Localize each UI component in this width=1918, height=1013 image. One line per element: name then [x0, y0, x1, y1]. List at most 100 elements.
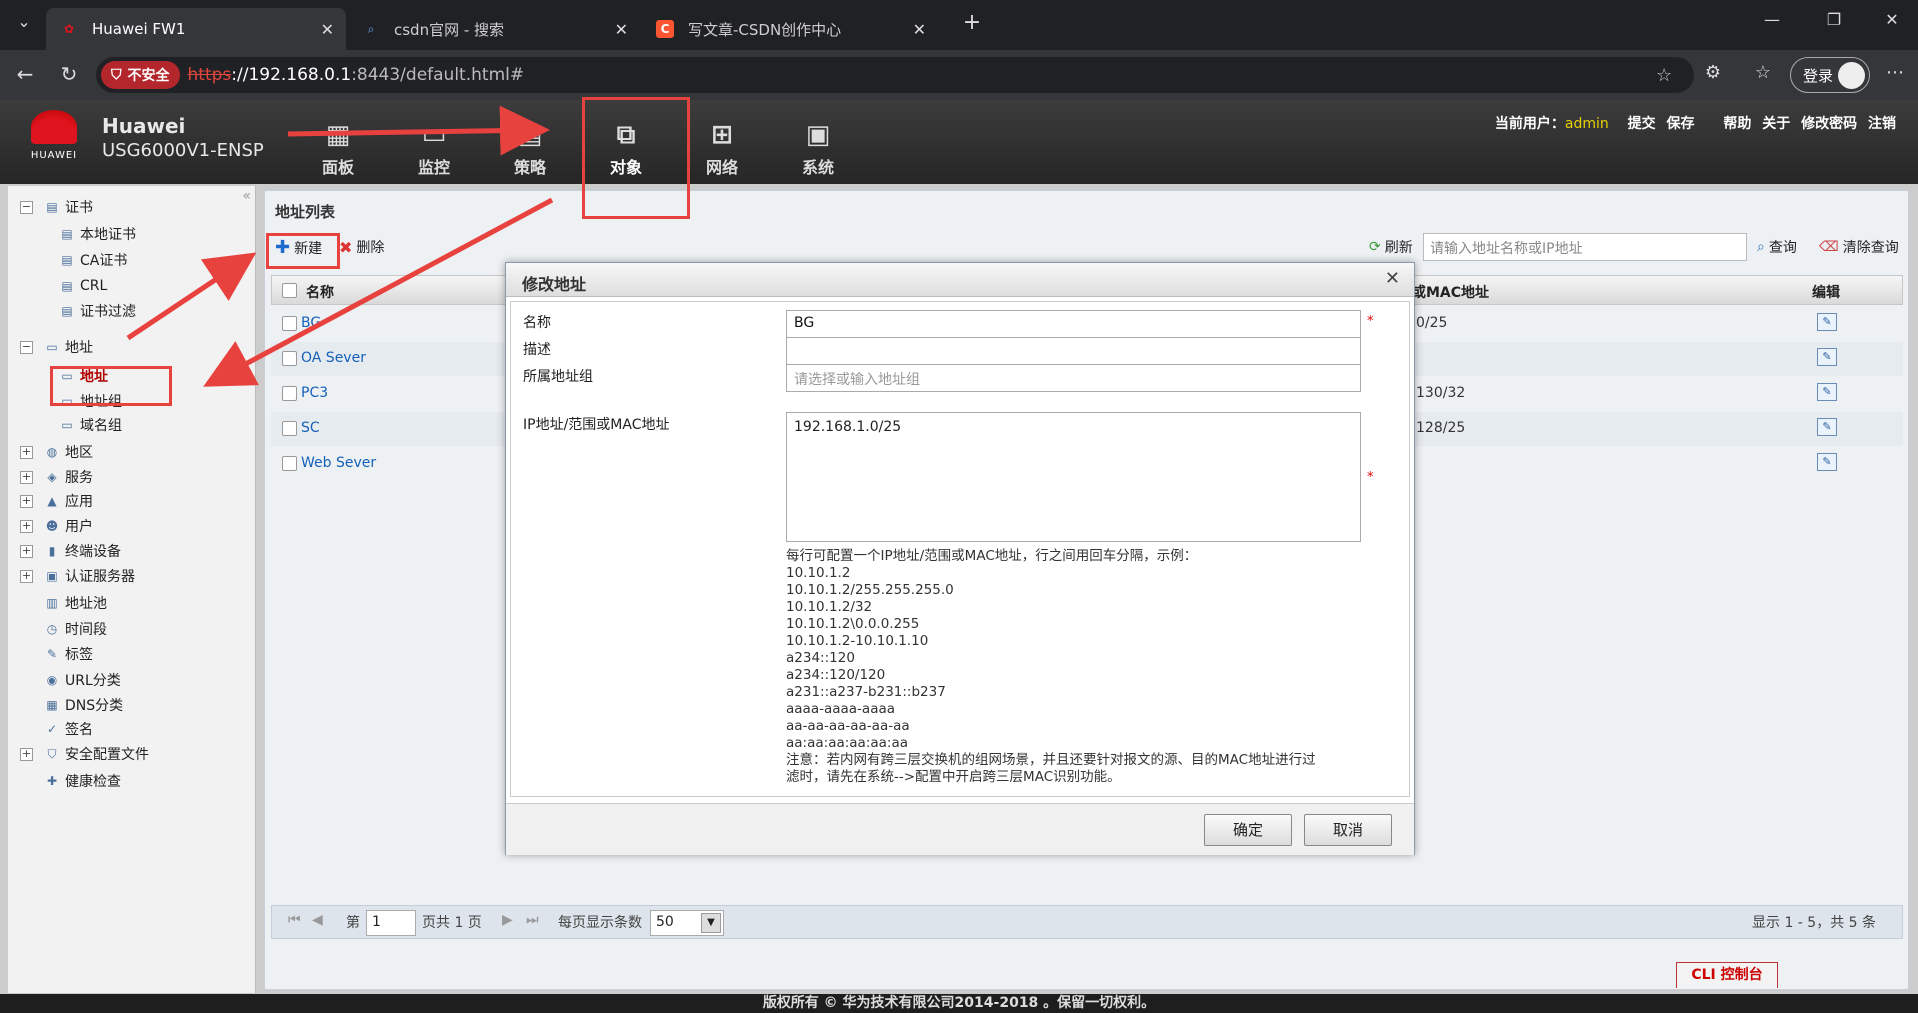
extensions-icon[interactable]: ⚙	[1698, 62, 1728, 83]
close-icon[interactable]: ✕	[913, 20, 926, 39]
tree-item-certificate[interactable]: − ▤ 证书	[20, 195, 93, 219]
tree-item-tag[interactable]: ✎ 标签	[20, 642, 93, 666]
select-all-checkbox[interactable]	[282, 283, 297, 298]
tree-item-terminal[interactable]: + ▮ 终端设备	[20, 539, 121, 563]
tree-item-application[interactable]: + ▲ 应用	[20, 489, 93, 513]
nav-network[interactable]: ⊞ 网络	[686, 106, 758, 180]
tree-item-address[interactable]: − ▭ 地址	[20, 335, 93, 359]
save-link[interactable]: 保存	[1667, 116, 1695, 132]
expand-icon[interactable]: +	[20, 569, 33, 583]
address-name-link[interactable]: SC	[301, 420, 320, 436]
window-close-icon[interactable]: ✕	[1872, 10, 1912, 29]
expand-icon[interactable]: +	[20, 519, 33, 533]
tree-item-time-range[interactable]: ◷ 时间段	[20, 617, 107, 641]
logout-link[interactable]: 注销	[1868, 116, 1896, 132]
expand-icon[interactable]: +	[20, 544, 33, 558]
cancel-button[interactable]: 取消	[1304, 814, 1392, 846]
query-button[interactable]: ⌕ 查询	[1757, 237, 1797, 257]
address-name-link[interactable]: BG	[301, 315, 321, 331]
tree-item-dns-category[interactable]: ▦ DNS分类	[20, 693, 123, 717]
expand-icon[interactable]: +	[20, 494, 33, 508]
new-tab-icon[interactable]: +	[952, 10, 992, 35]
collapse-icon[interactable]: −	[20, 340, 33, 354]
row-checkbox[interactable]	[282, 316, 297, 331]
page-number-input[interactable]: 1	[366, 910, 416, 936]
next-page-icon[interactable]: ▶	[502, 912, 513, 928]
tree-item-health-check[interactable]: ✚ 健康检查	[20, 769, 121, 793]
tab-csdn-search[interactable]: ⌕ csdn官网 - 搜索 ✕	[348, 8, 640, 50]
tree-item-address-group[interactable]: ▭ 地址组	[58, 389, 122, 413]
name-input[interactable]: BG	[786, 310, 1361, 338]
prev-page-icon[interactable]: ◀	[312, 912, 323, 928]
address-group-input[interactable]: 请选择或输入地址组	[786, 364, 1361, 392]
ok-button[interactable]: 确定	[1204, 814, 1292, 846]
search-input[interactable]: 请输入地址名称或IP地址	[1423, 233, 1747, 261]
address-name-link[interactable]: OA Sever	[301, 350, 366, 366]
expand-icon[interactable]: +	[20, 747, 33, 761]
tree-item-local-cert[interactable]: ▤ 本地证书	[58, 222, 136, 246]
row-checkbox[interactable]	[282, 351, 297, 366]
change-password-link[interactable]: 修改密码	[1801, 116, 1857, 132]
expand-icon[interactable]: +	[20, 470, 33, 484]
last-page-icon[interactable]: ⏭	[526, 912, 539, 928]
clear-query-button[interactable]: ⌫ 清除查询	[1819, 237, 1899, 257]
tree-item-service[interactable]: + ◈ 服务	[20, 465, 93, 489]
cli-console-button[interactable]: CLI 控制台	[1676, 962, 1778, 988]
login-button[interactable]: 登录	[1790, 57, 1870, 93]
address-name-link[interactable]: PC3	[301, 385, 328, 401]
tab-csdn-write[interactable]: C 写文章-CSDN创作中心 ✕	[642, 8, 938, 50]
tab-huawei-fw1[interactable]: ✿ Huawei FW1 ✕	[46, 8, 346, 50]
new-button[interactable]: ✚ 新建	[275, 237, 322, 258]
tree-item-domain-group[interactable]: ▭ 域名组	[58, 413, 122, 437]
edit-icon[interactable]: ✎	[1817, 453, 1837, 471]
minimize-icon[interactable]: —	[1752, 10, 1792, 29]
first-page-icon[interactable]: ⏮	[288, 912, 301, 928]
nav-object[interactable]: ⧉ 对象	[590, 106, 662, 180]
collapse-panel-icon[interactable]: «	[242, 188, 251, 204]
tree-item-cert-filter[interactable]: ▤ 证书过滤	[58, 299, 136, 323]
edit-icon[interactable]: ✎	[1817, 313, 1837, 331]
ip-address-textarea[interactable]: 192.168.1.0/25	[786, 412, 1361, 542]
delete-button[interactable]: ✖ 删除	[339, 237, 384, 257]
row-checkbox[interactable]	[282, 456, 297, 471]
edit-icon[interactable]: ✎	[1817, 383, 1837, 401]
per-page-select[interactable]: 50 ▼	[650, 910, 724, 936]
edit-icon[interactable]: ✎	[1817, 348, 1837, 366]
address-name-link[interactable]: Web Sever	[301, 455, 376, 471]
security-badge[interactable]: ⛉ 不安全	[101, 61, 180, 89]
tree-item-signature[interactable]: ✓ 签名	[20, 717, 93, 741]
collapse-icon[interactable]: −	[20, 200, 33, 214]
nav-policy[interactable]: ▤ 策略	[494, 106, 566, 180]
address-bar[interactable]: ⛉ 不安全 https://192.168.0.1:8443/default.h…	[96, 57, 1694, 93]
favorite-star-icon[interactable]: ☆	[1656, 65, 1672, 86]
row-checkbox[interactable]	[282, 421, 297, 436]
nav-dashboard[interactable]: ▦ 面板	[302, 106, 374, 180]
tree-item-security-profile[interactable]: + ⛉ 安全配置文件	[20, 742, 149, 766]
tree-item-url-category[interactable]: ◉ URL分类	[20, 668, 121, 692]
back-arrow-icon[interactable]: ←	[10, 62, 40, 86]
tree-item-auth-server[interactable]: + ▣ 认证服务器	[20, 564, 135, 588]
close-icon[interactable]: ✕	[1385, 268, 1400, 289]
description-input[interactable]	[786, 337, 1361, 365]
nav-system[interactable]: ▣ 系统	[782, 106, 854, 180]
tree-item-user[interactable]: + ☻ 用户	[20, 514, 93, 538]
about-link[interactable]: 关于	[1762, 116, 1790, 132]
reload-icon[interactable]: ↻	[54, 62, 84, 86]
row-checkbox[interactable]	[282, 386, 297, 401]
tree-item-address-pool[interactable]: ▥ 地址池	[20, 591, 107, 615]
restore-icon[interactable]: ❐	[1814, 10, 1854, 29]
tab-list-chevron-icon[interactable]: ⌄	[4, 12, 44, 31]
tree-item-crl[interactable]: ▤ CRL	[58, 274, 107, 298]
refresh-button[interactable]: ⟳ 刷新	[1369, 237, 1413, 257]
nav-monitor[interactable]: ▭ 监控	[398, 106, 470, 180]
help-link[interactable]: 帮助	[1723, 116, 1751, 132]
tree-item-region[interactable]: + ◍ 地区	[20, 440, 93, 464]
close-icon[interactable]: ✕	[615, 20, 628, 39]
submit-link[interactable]: 提交	[1628, 116, 1656, 132]
close-icon[interactable]: ✕	[321, 20, 334, 39]
expand-icon[interactable]: +	[20, 445, 33, 459]
favorites-icon[interactable]: ☆	[1748, 62, 1778, 83]
tree-item-address-item[interactable]: ▭ 地址	[58, 364, 108, 388]
more-menu-icon[interactable]: ⋯	[1880, 62, 1910, 83]
tree-item-ca-cert[interactable]: ▤ CA证书	[58, 248, 127, 272]
